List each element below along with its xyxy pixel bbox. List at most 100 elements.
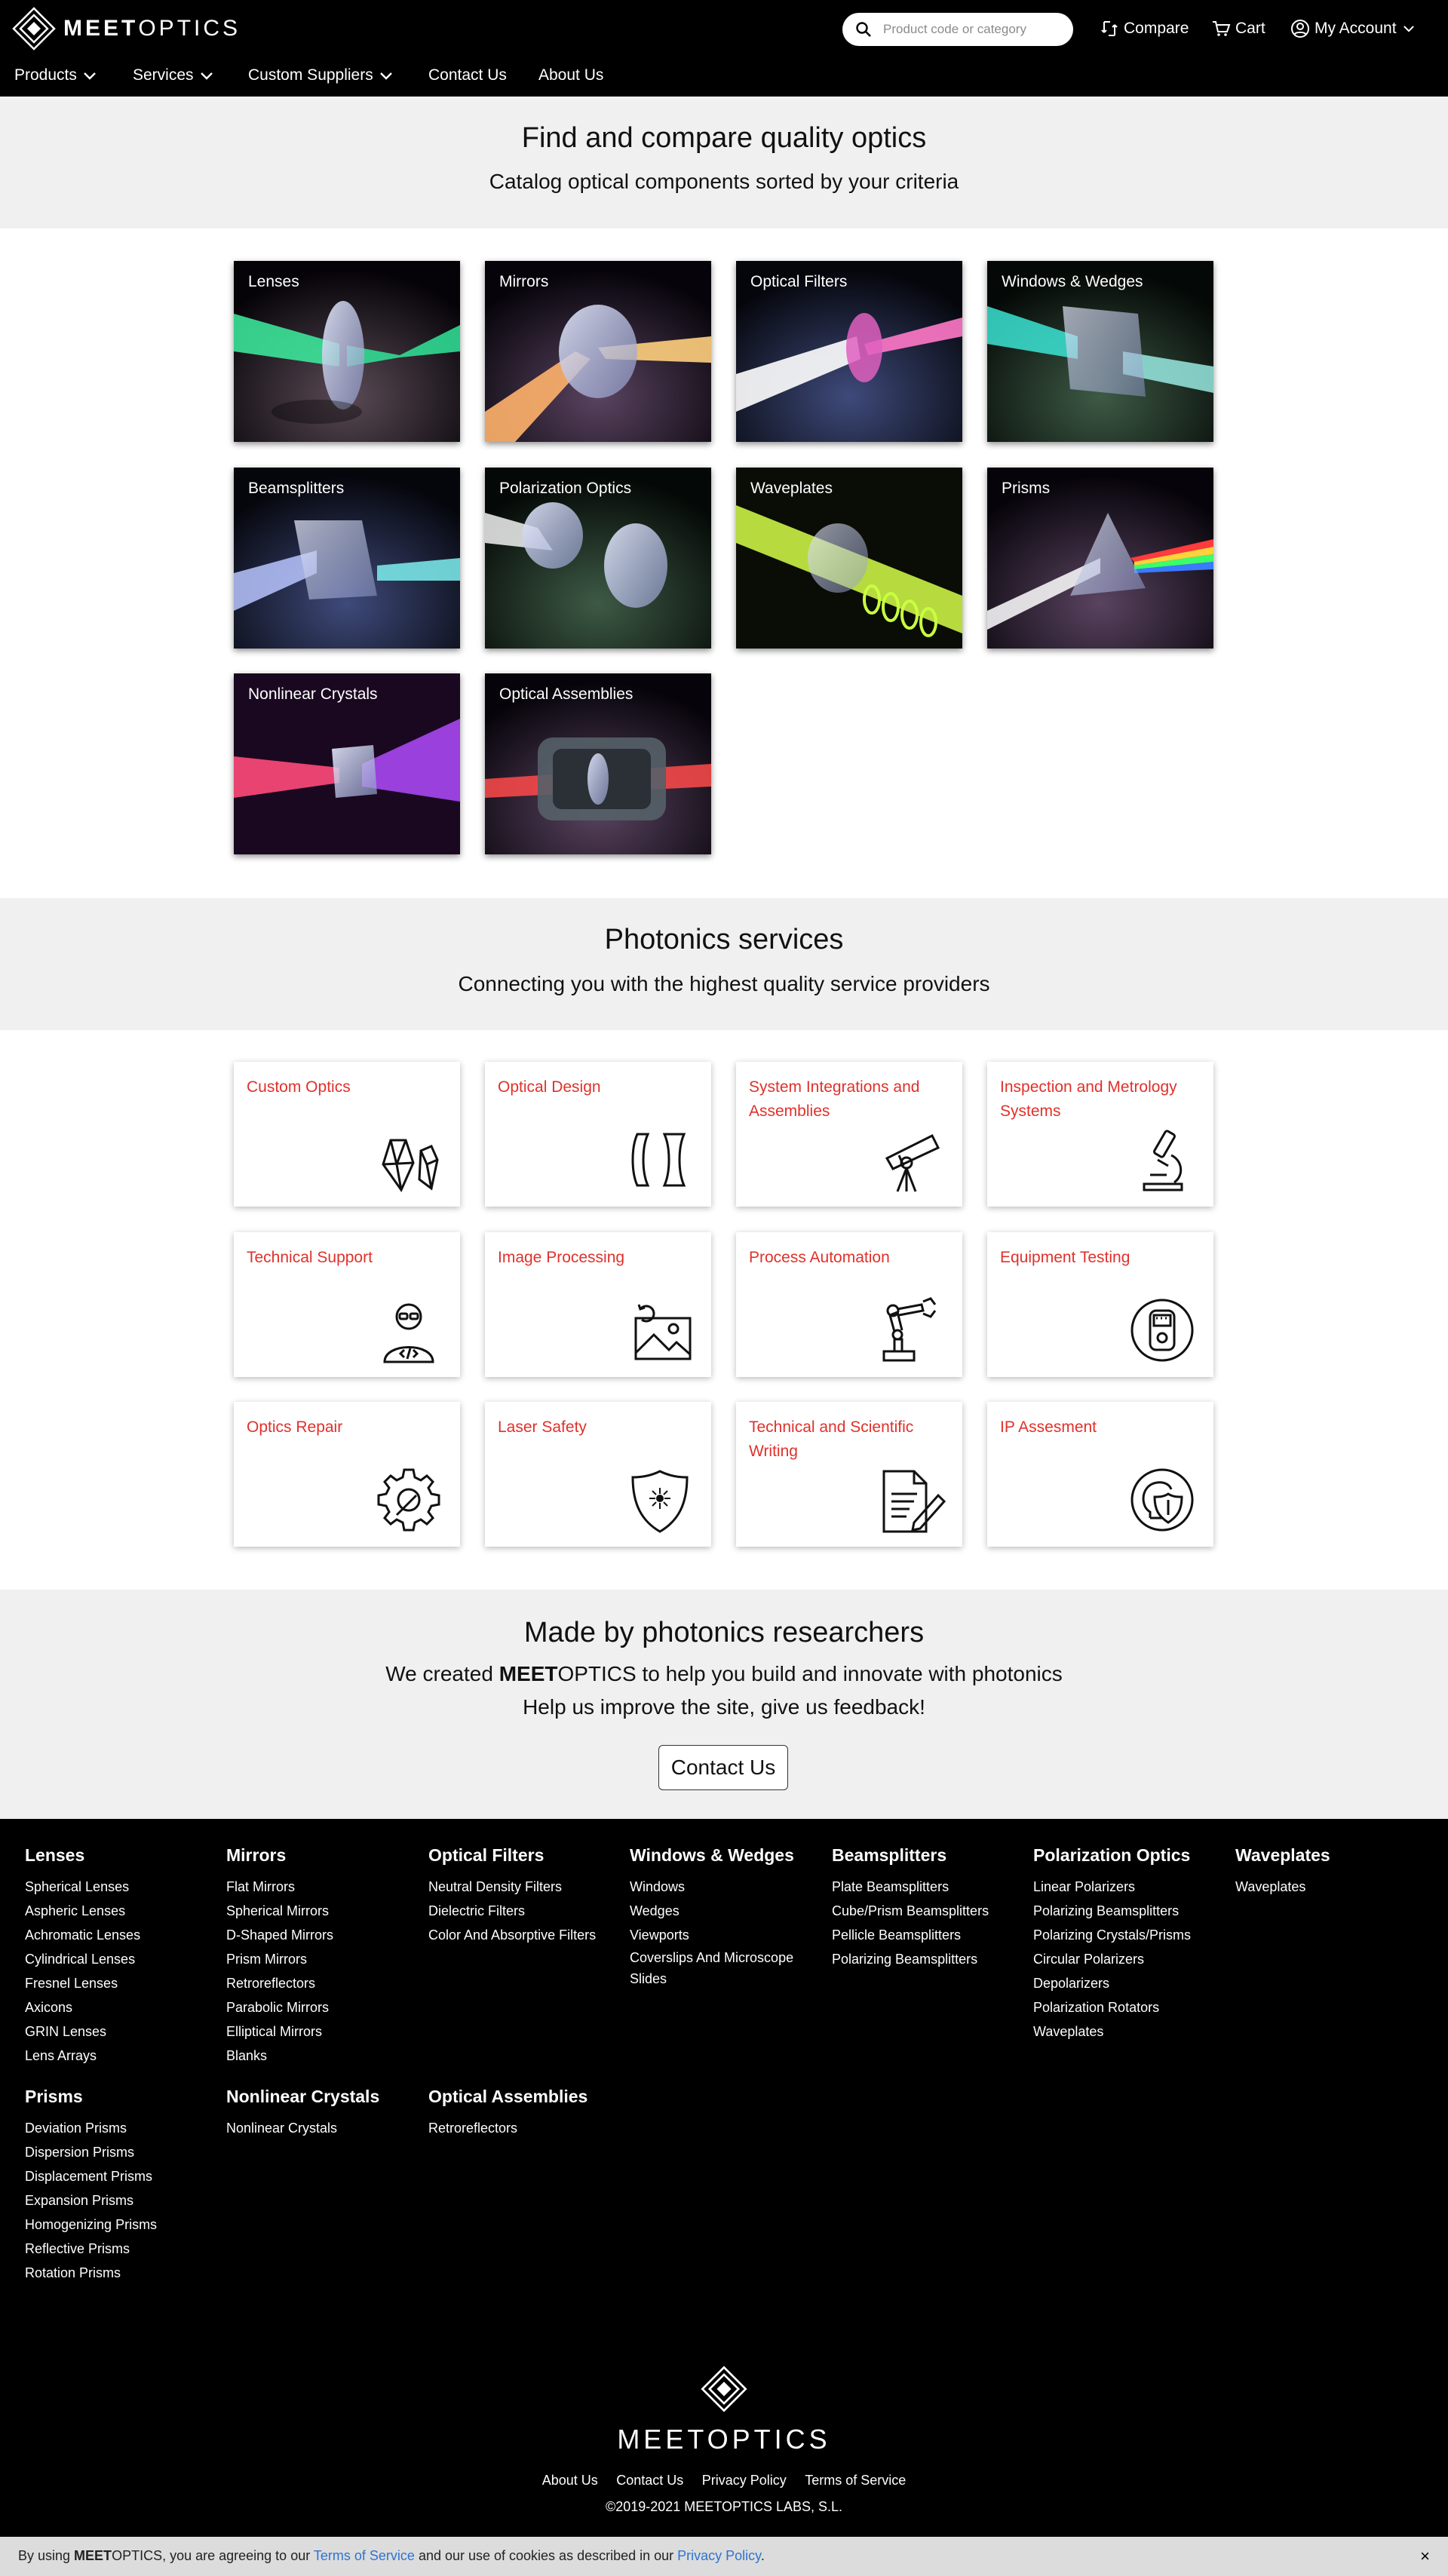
contact-us-button[interactable]: Contact Us [658, 1745, 788, 1790]
nav-services[interactable]: Services [133, 66, 215, 84]
footer-terms-link[interactable]: Terms of Service [805, 2473, 906, 2488]
terms-link[interactable]: Terms of Service [314, 2548, 415, 2563]
footer-link[interactable]: Lens Arrays [25, 2044, 140, 2068]
nav-contact-us[interactable]: Contact Us [428, 66, 507, 84]
footer-link[interactable]: Nonlinear Crystals [226, 2116, 379, 2140]
footer-link[interactable]: Rotation Prisms [25, 2261, 157, 2285]
service-card-optical-design[interactable]: Optical Design [485, 1062, 711, 1207]
cookie-banner: By using MEETOPTICS, you are agreeing to… [0, 2537, 1448, 2576]
footer-link[interactable]: GRIN Lenses [25, 2019, 140, 2044]
footer-link[interactable]: Spherical Lenses [25, 1875, 140, 1899]
compare-button[interactable]: Compare [1100, 14, 1189, 44]
footer-link[interactable]: Displacement Prisms [25, 2164, 157, 2188]
footer-col-title[interactable]: Optical Assemblies [428, 2087, 587, 2107]
footer-link[interactable]: Deviation Prisms [25, 2116, 157, 2140]
footer-link[interactable]: Coverslips And Microscope Slides [630, 1947, 811, 1989]
footer-col-title[interactable]: Waveplates [1235, 1845, 1330, 1866]
nav-about-us[interactable]: About Us [538, 66, 603, 84]
footer-link[interactable]: Retroreflectors [226, 1971, 333, 1995]
footer-link[interactable]: Expansion Prisms [25, 2188, 157, 2213]
footer-col-title[interactable]: Lenses [25, 1845, 140, 1866]
category-tile-mirrors[interactable]: Mirrors [485, 261, 711, 442]
footer-col-title[interactable]: Optical Filters [428, 1845, 596, 1866]
category-tile-windows-wedges[interactable]: Windows & Wedges [987, 261, 1213, 442]
category-tile-optical-assemblies[interactable]: Optical Assemblies [485, 673, 711, 854]
service-card-ip-assesment[interactable]: IP Assesment [987, 1402, 1213, 1547]
footer-link[interactable]: Polarization Rotators [1033, 1995, 1191, 2019]
category-tile-optical-filters[interactable]: Optical Filters [736, 261, 962, 442]
footer-link[interactable]: Flat Mirrors [226, 1875, 333, 1899]
footer-link[interactable]: Polarizing Crystals/Prisms [1033, 1923, 1191, 1947]
category-tile-polarization-optics[interactable]: Polarization Optics [485, 468, 711, 649]
category-tile-lenses[interactable]: Lenses [234, 261, 460, 442]
footer-logo[interactable] [0, 2364, 1448, 2418]
footer-link[interactable]: Reflective Prisms [25, 2237, 157, 2261]
close-icon[interactable]: × [1420, 2547, 1430, 2566]
footer-link[interactable]: Pellicle Beamsplitters [832, 1923, 989, 1947]
footer-link[interactable]: Neutral Density Filters [428, 1875, 596, 1899]
account-menu[interactable]: My Account [1290, 14, 1416, 44]
nav-custom-suppliers[interactable]: Custom Suppliers [248, 66, 394, 84]
footer-link[interactable]: Plate Beamsplitters [832, 1875, 989, 1899]
footer-link[interactable]: Wedges [630, 1899, 811, 1923]
service-card-technical-writing[interactable]: Technical and Scientific Writing [736, 1402, 962, 1547]
footer-link[interactable]: Polarizing Beamsplitters [832, 1947, 989, 1971]
category-tile-beamsplitters[interactable]: Beamsplitters [234, 468, 460, 649]
footer-link[interactable]: Parabolic Mirrors [226, 1995, 333, 2019]
footer-link[interactable]: Windows [630, 1875, 811, 1899]
footer-link[interactable]: D-Shaped Mirrors [226, 1923, 333, 1947]
footer-link[interactable]: Viewports [630, 1923, 811, 1947]
footer-link[interactable]: Waveplates [1235, 1875, 1330, 1899]
footer-link[interactable]: Aspheric Lenses [25, 1899, 140, 1923]
footer-link[interactable]: Homogenizing Prisms [25, 2213, 157, 2237]
category-tile-prisms[interactable]: Prisms [987, 468, 1213, 649]
cart-button[interactable]: Cart [1211, 14, 1265, 44]
footer-link[interactable]: Polarizing Beamsplitters [1033, 1899, 1191, 1923]
footer-link[interactable]: Prism Mirrors [226, 1947, 333, 1971]
footer-col-title[interactable]: Prisms [25, 2087, 157, 2107]
catalog-header: Find and compare quality optics Catalog … [0, 97, 1448, 228]
service-card-optics-repair[interactable]: Optics Repair [234, 1402, 460, 1547]
footer-link[interactable]: Achromatic Lenses [25, 1923, 140, 1947]
footer-link[interactable]: Blanks [226, 2044, 333, 2068]
privacy-link[interactable]: Privacy Policy [677, 2548, 761, 2563]
footer-col-title[interactable]: Mirrors [226, 1845, 333, 1866]
service-card-inspection-metrology[interactable]: Inspection and Metrology Systems [987, 1062, 1213, 1207]
category-tile-nonlinear-crystals[interactable]: Nonlinear Crystals [234, 673, 460, 854]
footer-link[interactable]: Dispersion Prisms [25, 2140, 157, 2164]
footer-link[interactable]: Axicons [25, 1995, 140, 2019]
footer-col-title[interactable]: Polarization Optics [1033, 1845, 1191, 1866]
footer-col-lenses: Lenses Spherical Lenses Aspheric Lenses … [25, 1845, 140, 2068]
service-card-process-automation[interactable]: Process Automation [736, 1232, 962, 1377]
footer-link[interactable]: Cylindrical Lenses [25, 1947, 140, 1971]
site-logo[interactable]: MEETOPTICS [11, 7, 241, 51]
footer-link[interactable]: Fresnel Lenses [25, 1971, 140, 1995]
search-box[interactable] [842, 13, 1073, 46]
service-card-image-processing[interactable]: Image Processing [485, 1232, 711, 1377]
footer-link[interactable]: Elliptical Mirrors [226, 2019, 333, 2044]
footer-col-title[interactable]: Windows & Wedges [630, 1845, 811, 1866]
service-card-custom-optics[interactable]: Custom Optics [234, 1062, 460, 1207]
footer-link[interactable]: Retroreflectors [428, 2116, 587, 2140]
footer-link[interactable]: Dielectric Filters [428, 1899, 596, 1923]
category-tile-waveplates[interactable]: Waveplates [736, 468, 962, 649]
footer-privacy-link[interactable]: Privacy Policy [702, 2473, 787, 2488]
service-card-technical-support[interactable]: Technical Support [234, 1232, 460, 1377]
footer-link[interactable]: Spherical Mirrors [226, 1899, 333, 1923]
footer-link[interactable]: Waveplates [1033, 2019, 1191, 2044]
footer-link[interactable]: Depolarizers [1033, 1971, 1191, 1995]
footer-col-title[interactable]: Nonlinear Crystals [226, 2087, 379, 2107]
footer-link[interactable]: Color And Absorptive Filters [428, 1923, 596, 1947]
footer-link[interactable]: Circular Polarizers [1033, 1947, 1191, 1971]
nav-products[interactable]: Products [14, 66, 98, 84]
footer-contact-link[interactable]: Contact Us [616, 2473, 683, 2488]
service-card-laser-safety[interactable]: Laser Safety [485, 1402, 711, 1547]
service-label: Image Processing [498, 1249, 625, 1266]
footer-link[interactable]: Cube/Prism Beamsplitters [832, 1899, 989, 1923]
service-card-equipment-testing[interactable]: Equipment Testing [987, 1232, 1213, 1377]
service-card-system-integrations[interactable]: System Integrations and Assemblies [736, 1062, 962, 1207]
footer-link[interactable]: Linear Polarizers [1033, 1875, 1191, 1899]
footer-about-link[interactable]: About Us [542, 2473, 598, 2488]
search-input[interactable] [882, 21, 1066, 38]
footer-col-title[interactable]: Beamsplitters [832, 1845, 989, 1866]
